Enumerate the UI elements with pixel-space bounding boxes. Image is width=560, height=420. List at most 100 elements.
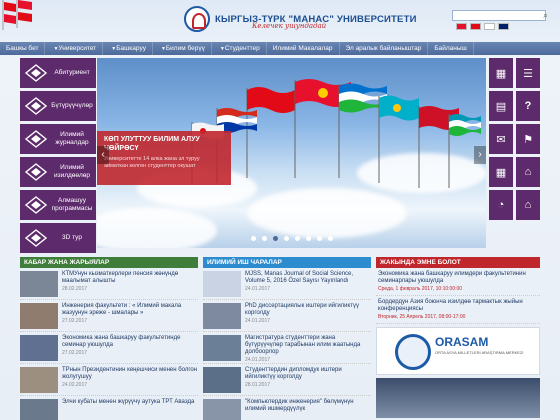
list-item[interactable]: PhD диссертациялык иштери ийгиликтүү кор… (203, 303, 371, 332)
list-item-title: Экономика жана башкаруу факультетинде се… (62, 335, 181, 348)
home-icon[interactable]: ⌂ (516, 157, 540, 187)
list-item-title: Инженерия факультети : « Илимий макала ж… (62, 303, 182, 316)
list-item-date: 27.02.2017 (62, 350, 88, 356)
event-item[interactable]: Бордердун Азия боюнча изилдөө тармактык … (376, 296, 540, 324)
slider-dot[interactable] (316, 236, 322, 241)
tr-flag-icon[interactable] (470, 23, 481, 30)
language-switcher (456, 23, 509, 30)
list-item[interactable]: Студенттердин дипломдук иштери ийгиликтү… (203, 367, 371, 396)
slider-dot[interactable] (283, 236, 289, 241)
ru-flag-icon[interactable] (484, 23, 495, 30)
3d-tour-icon (24, 226, 48, 250)
news-thumbnail (203, 367, 241, 393)
university-logo-icon (184, 6, 210, 32)
left-quick-links: Абитуриент Бүтүрүүчүлөр Илимий журналдар Ил… (20, 58, 96, 256)
search-icon[interactable]: ⌕ (540, 10, 551, 21)
chart-icon[interactable]: ◔ (489, 190, 513, 220)
grid-icon[interactable]: ▦ (489, 58, 513, 88)
event-banner-image[interactable] (376, 378, 540, 418)
list-item-title: КТМУнун кызматкерлери пенсия жөнүндө маа… (62, 271, 179, 284)
nav-item-label: Студенттер (224, 45, 260, 52)
list-item-body: Студенттердин дипломдук иштери ийгиликтү… (245, 367, 371, 395)
quick-link-label: Илимий журналдар (55, 131, 89, 146)
orasam-banner[interactable]: ORASAM ORTA ASYA MILLETLERİ ARAŞTIRMA ME… (376, 327, 540, 375)
alumni-icon (24, 94, 48, 118)
news-thumbnail (203, 303, 241, 329)
slider-dot[interactable] (305, 236, 311, 241)
flag-icon[interactable]: ⚑ (516, 124, 540, 154)
slider-dot[interactable] (261, 236, 267, 241)
research-column-title: ИЛИМИЙ ИШ ЧАРАЛАР (203, 257, 371, 268)
slider-prev-button[interactable]: ‹ (97, 146, 109, 164)
list-item-title: MJSS, Manas Journal of Social Science, V… (245, 271, 354, 284)
slider-dot[interactable] (250, 236, 256, 241)
quick-link-tile[interactable]: 3D тур (20, 223, 96, 253)
list-item-body: "Компьютердик инженерия" бөлүмүнүн илими… (245, 399, 371, 420)
slider-dot[interactable] (294, 236, 300, 241)
list-item-date: 24.01.2017 (245, 357, 271, 363)
quick-link-label: Илимий изилдөөлөр (53, 164, 91, 179)
quick-link-tile[interactable]: Абитуриент (20, 58, 96, 88)
list-item-date: 28.01.2017 (245, 382, 271, 388)
nav-item[interactable]: ▼Университет (45, 42, 104, 55)
building-icon[interactable]: ⌂ (516, 190, 540, 220)
list-item[interactable]: Магистратура студенттери жана бүтүрүүчүл… (203, 335, 371, 364)
news-thumbnail (20, 303, 58, 329)
orasam-title: ORASAM (435, 335, 489, 349)
mail-icon[interactable]: ✉ (489, 124, 513, 154)
news-thumbnail (20, 367, 58, 393)
list-item-body: Экономика жана башкаруу факультетинде се… (62, 335, 198, 363)
research-icon (24, 160, 48, 184)
help-icon[interactable]: ? (516, 91, 540, 121)
list-item[interactable]: Экономика жана башкаруу факультетинде се… (20, 335, 198, 364)
flags-decoration (2, 0, 32, 30)
event-item[interactable]: Экономика жана башкаруу илимдери факульт… (376, 268, 540, 296)
nav-item[interactable]: Байланыш (428, 42, 474, 55)
list-item[interactable]: Инженерия факультети : « Илимий макала ж… (20, 303, 198, 332)
quick-link-label: 3D тур (62, 234, 82, 241)
slider-next-button[interactable]: › (474, 146, 486, 164)
quick-link-tile[interactable]: Алмашуу программасы (20, 190, 96, 220)
events-column-title: ЖАКЫНДА ЭМНЕ БОЛОТ (376, 257, 540, 268)
nav-item[interactable]: ▼Студенттер (212, 42, 267, 55)
news-thumbnail (20, 271, 58, 297)
news-thumbnail (203, 271, 241, 297)
orasam-subtitle: ORTA ASYA MILLETLERİ ARAŞTIRMA MERKEZİ (435, 350, 524, 355)
document-icon[interactable]: ▤ (489, 91, 513, 121)
right-quick-links: ▦ ☰ ▤? ✉ ⚑ ▦ ⌂ ◔ ⌂ (489, 58, 540, 220)
nav-item[interactable]: Илимий Макалалар (267, 42, 340, 55)
nav-item[interactable]: Эл аралык байланыштар (340, 42, 429, 55)
list-icon[interactable]: ☰ (516, 58, 540, 88)
kg-flag-icon[interactable] (456, 23, 467, 30)
nav-item[interactable]: ▼Башкаруу (103, 42, 153, 55)
list-item[interactable]: КТМУнун кызматкерлери пенсия жөнүндө маа… (20, 271, 198, 300)
en-flag-icon[interactable] (498, 23, 509, 30)
quick-link-tile[interactable]: Илимий изилдөөлөр (20, 157, 96, 187)
events-column: ЖАКЫНДА ЭМНЕ БОЛОТ Экономика жана башкар… (376, 257, 540, 418)
journal-icon (24, 127, 48, 151)
hero-slider: КӨП УЛУТТУУ БИЛИМ АЛУУ ЧӨЙРӨСҮ Университ… (97, 58, 486, 248)
news-thumbnail (203, 399, 241, 420)
calendar-icon[interactable]: ▦ (489, 157, 513, 187)
list-item[interactable]: ТРнын Президентинин кеңешчиси менен болг… (20, 367, 198, 396)
quick-link-tile[interactable]: Илимий журналдар (20, 124, 96, 154)
list-item-date: 24.02.2017 (62, 382, 88, 388)
list-item-body: Элчи кубаты менен жүрүүчү аутука ТРТ Ава… (62, 399, 194, 420)
list-item[interactable]: MJSS, Manas Journal of Social Science, V… (203, 271, 371, 300)
slider-caption[interactable]: КӨП УЛУТТУУ БИЛИМ АЛУУ ЧӨЙРӨСҮ Университ… (97, 131, 231, 185)
list-item[interactable]: Элчи кубаты менен жүрүүчү аутука ТРТ Ава… (20, 399, 198, 420)
nav-item-label: Университет (58, 45, 97, 52)
slider-dot-active[interactable] (272, 236, 278, 241)
nav-item-label: Байланыш (434, 45, 467, 52)
list-item-title: ТРнын Президентинин кеңешчиси менен болг… (62, 367, 198, 380)
exchange-icon (24, 193, 48, 217)
news-column-title: КАБАР ЖАНА ЖАРЫЯЛАР (20, 257, 198, 268)
quick-link-tile[interactable]: Бүтүрүүчүлөр (20, 91, 96, 121)
list-item-body: КТМУнун кызматкерлери пенсия жөнүндө маа… (62, 271, 198, 299)
orasam-logo-icon (395, 334, 431, 370)
slider-dot[interactable] (327, 236, 333, 241)
nav-item[interactable]: Башкы бет (0, 42, 46, 55)
list-item[interactable]: "Компьютердик инженерия" бөлүмүнүн илими… (203, 399, 371, 420)
nav-item[interactable]: ▼Билим берүү (153, 42, 212, 55)
search-input[interactable] (452, 10, 546, 21)
